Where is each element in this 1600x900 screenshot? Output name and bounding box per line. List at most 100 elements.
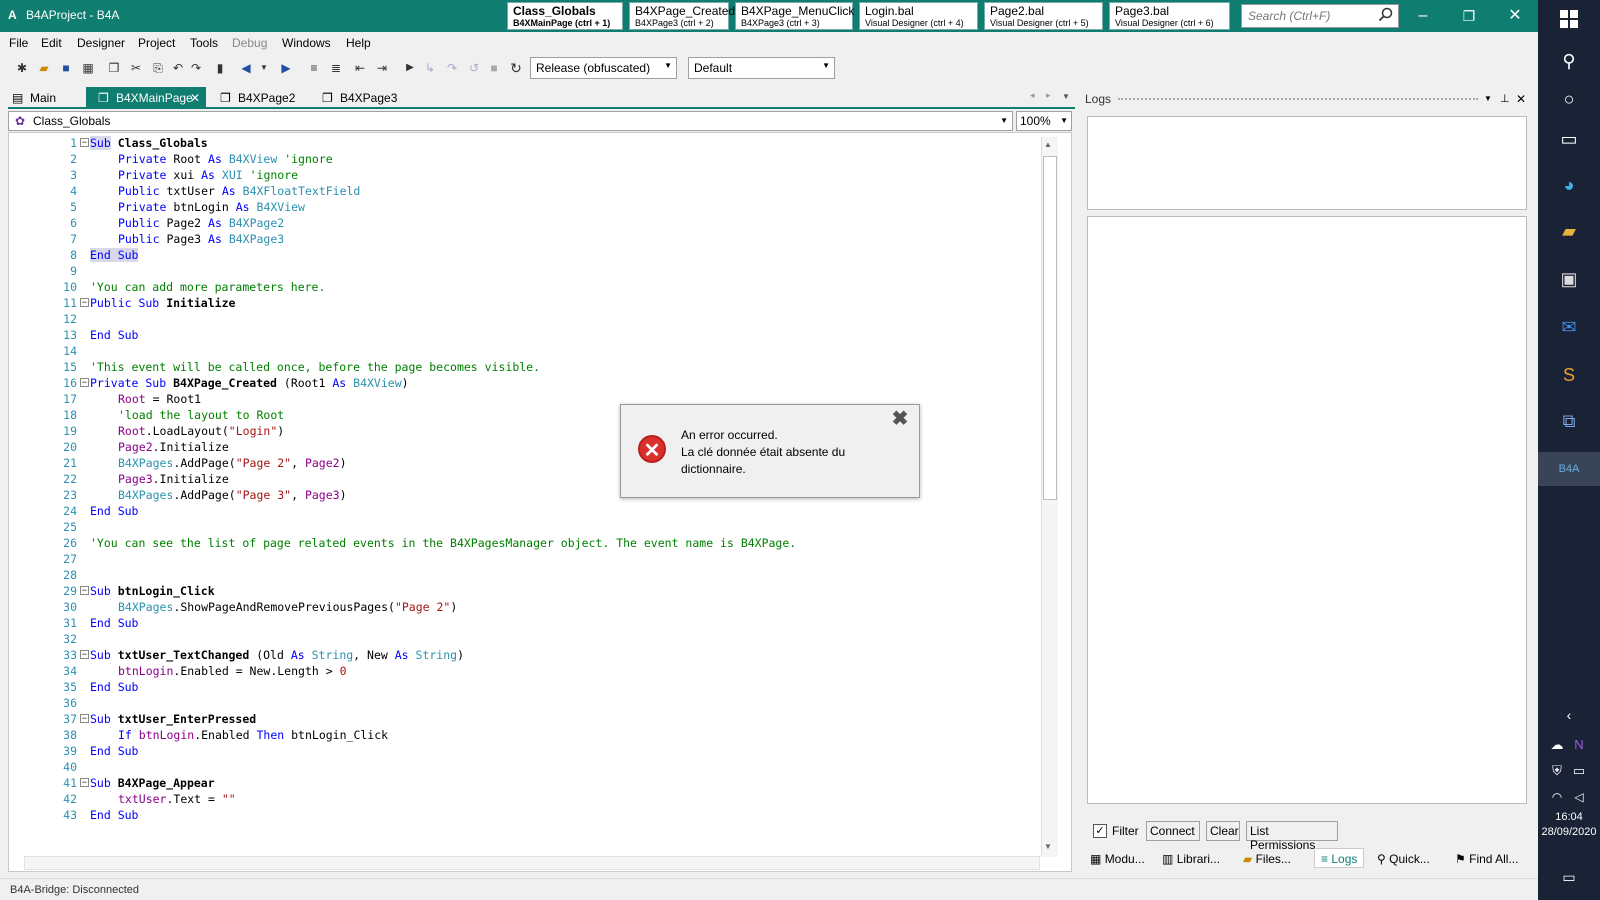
- build-config-select[interactable]: Release (obfuscated) ▼: [530, 57, 677, 79]
- comment-block-icon[interactable]: ≡: [306, 60, 322, 76]
- tab-quick-search[interactable]: ⚲ Quick...: [1377, 852, 1430, 866]
- tab-label: B4XMainPage: [116, 91, 193, 105]
- b4a-app-icon[interactable]: B4A: [1538, 452, 1600, 486]
- scroll-down-icon[interactable]: ▼: [1044, 842, 1052, 851]
- member-navigator-select[interactable]: ✿ Class_Globals ▼: [8, 111, 1013, 131]
- cut-icon[interactable]: ✂: [128, 60, 144, 76]
- tab-list-icon[interactable]: ▼: [1062, 92, 1070, 101]
- quick-tab-page2-bal[interactable]: Page2.bal Visual Designer (ctrl + 5): [984, 2, 1103, 30]
- class-icon: ❐: [98, 91, 109, 105]
- menu-file[interactable]: File: [9, 36, 28, 50]
- tab-b4xpage3[interactable]: ❐ B4XPage3: [310, 87, 410, 109]
- tab-underline: [8, 107, 1075, 109]
- tab-b4xpage2[interactable]: ❐ B4XPage2: [208, 87, 308, 109]
- quick-tab-login-bal[interactable]: Login.bal Visual Designer (ctrl + 4): [859, 2, 978, 30]
- tab-files[interactable]: ▰ Files...: [1243, 852, 1291, 866]
- menu-project[interactable]: Project: [138, 36, 175, 50]
- logs-output[interactable]: [1087, 216, 1527, 804]
- panel-drag-handle[interactable]: [1118, 98, 1478, 102]
- horizontal-scrollbar[interactable]: [24, 856, 1040, 870]
- menu-edit[interactable]: Edit: [41, 36, 62, 50]
- close-tab-icon[interactable]: ✕: [190, 91, 200, 105]
- remote-desktop-icon[interactable]: ⧉: [1552, 404, 1586, 438]
- sublime-text-icon[interactable]: S: [1552, 358, 1586, 392]
- redo-icon[interactable]: ↷: [188, 60, 204, 76]
- windows-start-icon[interactable]: [1552, 2, 1586, 36]
- quick-tab-b4xpage-created[interactable]: B4XPage_Created B4XPage3 (ctrl + 2): [629, 2, 735, 30]
- copy-icon[interactable]: ❐: [106, 60, 122, 76]
- menu-tools[interactable]: Tools: [190, 36, 218, 50]
- tab-libraries[interactable]: ▥ Librari...: [1162, 852, 1220, 866]
- task-view-icon[interactable]: ▭: [1552, 122, 1586, 156]
- system-clock[interactable]: 16:04 28/09/2020: [1538, 810, 1600, 840]
- volume-icon[interactable]: ◁: [1562, 780, 1596, 814]
- step-out-icon[interactable]: ↺: [466, 60, 482, 76]
- menu-designer[interactable]: Designer: [77, 36, 125, 50]
- tab-main[interactable]: ▤ Main: [0, 87, 80, 109]
- quick-tab-b4xpage-menuclick[interactable]: B4XPage_MenuClick B4XPage3 (ctrl + 3): [735, 2, 854, 30]
- tab-b4xmainpage[interactable]: ❐ B4XMainPage ✕: [86, 87, 206, 109]
- tab-find-all[interactable]: ⚑ Find All...: [1455, 852, 1518, 866]
- list-permissions-button[interactable]: List Permissions: [1246, 821, 1338, 852]
- store-icon[interactable]: ▣: [1552, 262, 1586, 296]
- navigate-forward-icon[interactable]: ▶: [278, 60, 294, 76]
- tab-logs[interactable]: ≡ Logs: [1314, 848, 1365, 868]
- maximize-button[interactable]: ❐: [1446, 0, 1492, 32]
- quick-tab-subtitle: B4XPage3 (ctrl + 2): [635, 18, 714, 28]
- scroll-up-icon[interactable]: ▲: [1044, 140, 1052, 149]
- undo-icon[interactable]: ↶: [170, 60, 186, 76]
- indent-icon[interactable]: ⇥: [374, 60, 390, 76]
- navigate-back-icon[interactable]: ◀: [238, 60, 254, 76]
- save-all-icon[interactable]: ▦: [80, 60, 96, 76]
- notifications-icon[interactable]: ▭: [1552, 860, 1586, 894]
- restart-icon[interactable]: ↻: [508, 60, 524, 76]
- pin-icon[interactable]: ⊥: [1500, 92, 1510, 105]
- scroll-tabs-left-icon[interactable]: ◂: [1030, 90, 1035, 101]
- close-panel-icon[interactable]: ✕: [1516, 92, 1526, 106]
- save-icon[interactable]: ■: [58, 60, 74, 76]
- quick-tab-page3-bal[interactable]: Page3.bal Visual Designer (ctrl + 6): [1109, 2, 1230, 30]
- filter-checkbox[interactable]: ✓: [1093, 824, 1107, 838]
- cortana-icon[interactable]: ○: [1552, 82, 1586, 116]
- quick-tab-class-globals[interactable]: Class_Globals B4XMainPage (ctrl + 1): [507, 2, 623, 30]
- device-select[interactable]: Default ▼: [688, 57, 835, 79]
- search-icon[interactable]: [1378, 7, 1394, 23]
- chevron-left-icon[interactable]: ‹: [1552, 698, 1586, 732]
- menu-debug[interactable]: Debug: [232, 36, 267, 50]
- scrollbar-thumb[interactable]: [1043, 156, 1057, 500]
- open-folder-icon[interactable]: ▰: [36, 60, 52, 76]
- chevron-down-icon[interactable]: ▼: [256, 60, 272, 76]
- close-dialog-button[interactable]: ✖: [891, 409, 909, 429]
- search-input[interactable]: Search (Ctrl+F): [1241, 4, 1399, 28]
- connect-button[interactable]: Connect: [1146, 821, 1200, 841]
- status-bar: [0, 878, 1538, 900]
- folder-icon: ▰: [1243, 852, 1253, 866]
- zoom-select[interactable]: 100% ▼: [1016, 111, 1072, 131]
- quick-tab-subtitle: Visual Designer (ctrl + 5): [990, 18, 1089, 28]
- menu-windows[interactable]: Windows: [282, 36, 331, 50]
- bookmark-icon[interactable]: ▮: [212, 60, 228, 76]
- document-icon: ▤: [12, 91, 24, 105]
- close-window-button[interactable]: ✕: [1492, 0, 1538, 32]
- file-explorer-icon[interactable]: ▰: [1552, 214, 1586, 248]
- stop-icon[interactable]: ■: [486, 60, 502, 76]
- mail-icon[interactable]: ✉: [1552, 310, 1586, 344]
- clear-button[interactable]: Clear: [1206, 821, 1240, 841]
- outdent-icon[interactable]: ⇤: [352, 60, 368, 76]
- uncomment-block-icon[interactable]: ≣: [328, 60, 344, 76]
- tab-modules[interactable]: ▦ Modu...: [1090, 852, 1145, 866]
- edge-browser-icon[interactable]: ◕: [1552, 168, 1586, 202]
- new-project-icon[interactable]: ✱: [14, 60, 30, 76]
- code-editor[interactable]: 1− Sub Class_Globals 2 Private Root As B4X…: [8, 132, 1072, 872]
- minimize-button[interactable]: –: [1400, 0, 1446, 32]
- scroll-tabs-right-icon[interactable]: ▸: [1046, 90, 1051, 101]
- step-into-icon[interactable]: ↳: [422, 60, 438, 76]
- search-icon[interactable]: ⚲: [1552, 44, 1586, 78]
- paste-icon[interactable]: ⎘: [150, 60, 166, 76]
- logs-filter-box[interactable]: [1087, 116, 1527, 210]
- step-over-icon[interactable]: ↷: [444, 60, 460, 76]
- run-icon[interactable]: ▶: [402, 60, 418, 76]
- panel-menu-icon[interactable]: ▼: [1484, 94, 1492, 103]
- menu-help[interactable]: Help: [346, 36, 371, 50]
- window-title: B4AProject - B4A: [26, 8, 120, 22]
